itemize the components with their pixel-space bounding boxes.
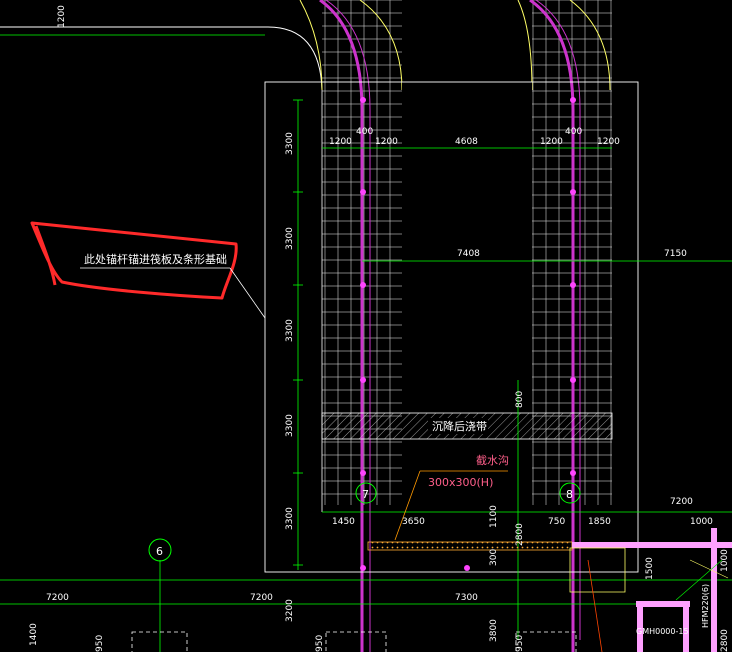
dim-v-2800: 2800: [515, 523, 525, 546]
cad-drawing-canvas[interactable]: 沉降后浇带 7 8 6 截水沟 300x300(H) 此处锚杆锚进筏板及条形基础…: [0, 0, 732, 652]
label-3800: 3800: [489, 619, 499, 642]
dim-left-a: 3300: [285, 132, 295, 155]
drain-label: 截水沟: [476, 453, 509, 467]
label-950a: 950: [95, 635, 105, 652]
dim-top-a: 1200: [329, 137, 352, 147]
dim-left-c: 3300: [285, 319, 295, 342]
slab-gap: [402, 82, 532, 412]
dim-low-a: 7200: [46, 593, 69, 603]
dim-mid-a: 7408: [457, 249, 480, 259]
dim-low-b: 7200: [250, 593, 273, 603]
dim-left-e: 3300: [285, 507, 295, 530]
top-label: 1200: [57, 5, 67, 28]
annotation-leader: [229, 267, 266, 319]
dim-top-e: 1200: [540, 137, 563, 147]
dim-mid-b: 7150: [664, 249, 687, 259]
svg-text:8: 8: [566, 488, 573, 501]
label-1400: 1400: [29, 623, 39, 646]
dim-bot-a: 1450: [332, 517, 355, 527]
settlement-band-label: 沉降后浇带: [432, 419, 487, 433]
tag-b: HFM220(6): [701, 584, 710, 628]
dim-top-f: 400: [565, 127, 582, 137]
axis-bubble-6[interactable]: 6: [148, 538, 172, 562]
tile-strip-left: [299, 0, 403, 652]
dim-top-c: 1200: [375, 137, 398, 147]
intercept-drain[interactable]: [367, 541, 573, 551]
dim-low-c: 7300: [455, 593, 478, 603]
label-3200: 3200: [285, 599, 295, 622]
dim-bot-e: 1850: [588, 517, 611, 527]
dim-bot-g: 1000: [690, 517, 713, 527]
dim-top-g: 1200: [597, 137, 620, 147]
dashed-footings: [131, 631, 577, 652]
annotation-note: 此处锚杆锚进筏板及条形基础: [84, 252, 227, 266]
dim-v-1000: 1000: [720, 549, 730, 572]
dim-v-300: 300: [489, 549, 499, 566]
dim-bot-c: 1100: [489, 505, 499, 528]
svg-text:6: 6: [156, 545, 163, 558]
stair-diagonal: [587, 559, 603, 652]
label-950c: 950: [515, 635, 525, 652]
stair-outline: [569, 547, 626, 593]
tag-a: GMH0000-15: [636, 627, 689, 636]
dim-bot-f: 7200: [670, 497, 693, 507]
dim-top-b: 400: [356, 127, 373, 137]
dim-v-800: 800: [515, 391, 525, 408]
label-950b: 950: [315, 635, 325, 652]
tile-strip-right: [517, 0, 612, 652]
drain-size: 300x300(H): [428, 476, 493, 489]
upper-boundary-line: [0, 26, 323, 91]
dim-top-d: 4608: [455, 137, 478, 147]
dim-bot-b: 3650: [402, 517, 425, 527]
dim-left-d: 3300: [285, 414, 295, 437]
dim-v-1500: 1500: [645, 557, 655, 580]
label-2800: 2800: [720, 629, 730, 652]
dim-left-b: 3300: [285, 227, 295, 250]
dim-bot-d: 750: [548, 517, 565, 527]
svg-text:7: 7: [362, 488, 369, 501]
